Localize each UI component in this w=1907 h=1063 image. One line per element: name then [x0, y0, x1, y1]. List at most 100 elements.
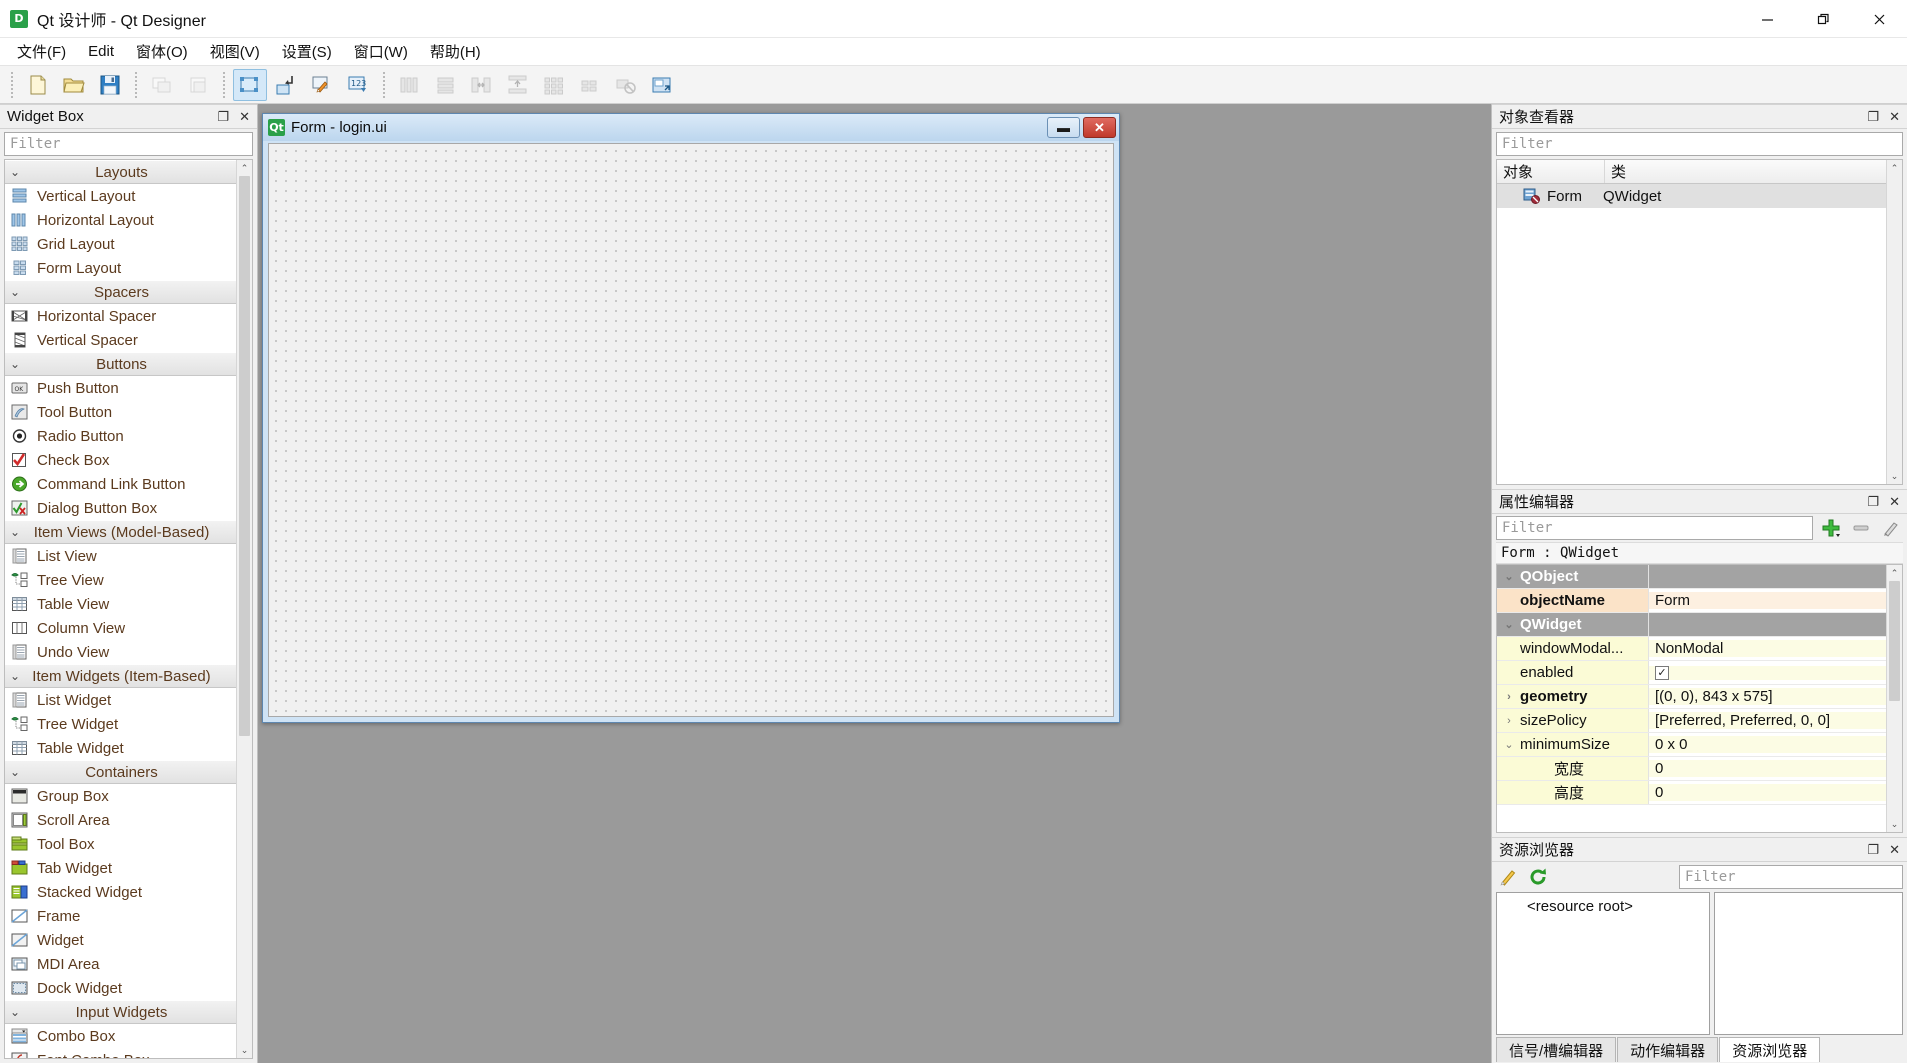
enabled-checkbox[interactable]: ✓ [1655, 665, 1669, 680]
widget-box-item[interactable]: Tree Widget [5, 712, 236, 736]
close-icon[interactable]: ✕ [1889, 495, 1900, 508]
minimize-button[interactable] [1739, 0, 1795, 38]
property-value-cell[interactable]: 0 [1649, 760, 1886, 777]
layout-vertically-icon[interactable] [429, 69, 463, 101]
property-row[interactable]: › geometry [(0, 0), 843 x 575] [1497, 685, 1886, 709]
resource-tree[interactable]: <resource root> [1496, 892, 1710, 1035]
open-form-icon[interactable] [57, 69, 91, 101]
property-row[interactable]: windowModal... NonModal [1497, 637, 1886, 661]
menu-view[interactable]: 视图(V) [199, 38, 271, 65]
chevron-down-icon[interactable]: ⌄ [1503, 618, 1515, 631]
remove-dynamic-property-icon[interactable] [1849, 516, 1873, 540]
float-icon[interactable]: ❐ [1867, 495, 1879, 508]
property-editor-table[interactable]: 属性 值 ⌄QObjectobjectNameForm⌄QWidgetwindo… [1496, 564, 1903, 833]
scroll-thumb[interactable] [1889, 581, 1900, 701]
property-group-row[interactable]: ⌄ QObject [1497, 565, 1886, 589]
property-editor-filter-input[interactable]: Filter [1496, 516, 1813, 540]
scroll-down-icon[interactable]: ⌄ [1887, 816, 1902, 832]
menu-window[interactable]: 窗口(W) [343, 38, 419, 65]
layout-horizontally-icon[interactable] [393, 69, 427, 101]
widget-box-item[interactable]: Radio Button [5, 424, 236, 448]
object-inspector-filter-input[interactable]: Filter [1496, 132, 1903, 156]
edit-widgets-icon[interactable] [233, 68, 267, 101]
new-form-icon[interactable] [21, 69, 55, 101]
property-row[interactable]: 高度 0 [1497, 781, 1886, 805]
widget-box-item[interactable]: List Widget [5, 688, 236, 712]
widget-box-item[interactable]: Form Layout [5, 256, 236, 280]
widget-box-item[interactable]: Group Box [5, 784, 236, 808]
property-value-cell[interactable]: NonModal [1649, 640, 1886, 657]
widget-box-item[interactable]: Check Box [5, 448, 236, 472]
widget-box-item[interactable]: Frame [5, 904, 236, 928]
float-icon[interactable]: ❐ [1867, 110, 1879, 123]
layout-splitter-vertical-icon[interactable] [501, 69, 535, 101]
tab-signal-slot-editor[interactable]: 信号/槽编辑器 [1496, 1037, 1617, 1062]
property-value-cell[interactable]: [Preferred, Preferred, 0, 0] [1649, 712, 1886, 729]
widget-box-item[interactable]: Tree View [5, 568, 236, 592]
column-object[interactable]: 对象 [1497, 160, 1605, 183]
chevron-right-icon[interactable]: › [1503, 715, 1515, 727]
widget-box-item[interactable]: Table Widget [5, 736, 236, 760]
widget-group-header[interactable]: ⌄ Item Views (Model-Based) [5, 520, 236, 544]
widget-box-item[interactable]: MDI Area [5, 952, 236, 976]
menu-form[interactable]: 窗体(O) [125, 38, 199, 65]
layout-form-icon[interactable] [573, 69, 607, 101]
scroll-down-icon[interactable]: ⌄ [1887, 468, 1902, 484]
widget-box-item[interactable]: Table View [5, 592, 236, 616]
close-icon[interactable]: ✕ [1889, 110, 1900, 123]
form-canvas[interactable] [268, 143, 1114, 717]
object-inspector-scrollbar[interactable]: ⌃ ⌄ [1886, 160, 1902, 484]
widget-box-item[interactable]: Vertical Layout [5, 184, 236, 208]
reload-icon[interactable] [1526, 865, 1550, 889]
chevron-down-icon[interactable]: ⌄ [1503, 570, 1515, 583]
maximize-button[interactable] [1795, 0, 1851, 38]
object-inspector-tree[interactable]: 对象 类 Form QWidget ⌃ ⌄ [1496, 159, 1903, 485]
property-row[interactable]: › sizePolicy [Preferred, Preferred, 0, 0] [1497, 709, 1886, 733]
property-value-cell[interactable]: ✓ [1649, 665, 1886, 680]
property-group-row[interactable]: ⌄ QWidget [1497, 613, 1886, 637]
widget-box-item[interactable]: Tab Widget [5, 856, 236, 880]
edit-tab-order-icon[interactable]: 123 [341, 69, 375, 101]
widget-group-header[interactable]: ⌄ Spacers [5, 280, 236, 304]
widget-box-item[interactable]: Scroll Area [5, 808, 236, 832]
property-editor-scrollbar[interactable]: ⌃ ⌄ [1886, 565, 1902, 832]
widget-group-header[interactable]: ⌄ Input Widgets [5, 1000, 236, 1024]
float-icon[interactable]: ❐ [217, 110, 229, 123]
add-dynamic-property-icon[interactable] [1819, 516, 1843, 540]
scroll-up-icon[interactable]: ⌃ [237, 160, 252, 176]
widget-group-header[interactable]: ⌄ Buttons [5, 352, 236, 376]
property-row[interactable]: enabled ✓ [1497, 661, 1886, 685]
adjust-size-icon[interactable] [645, 69, 679, 101]
chevron-right-icon[interactable]: › [1503, 691, 1515, 703]
widget-box-item[interactable]: Grid Layout [5, 232, 236, 256]
widget-box-item[interactable]: Undo View [5, 640, 236, 664]
widget-box-item[interactable]: Vertical Spacer [5, 328, 236, 352]
form-close-button[interactable]: ✕ [1083, 117, 1116, 138]
redo-icon[interactable] [181, 69, 215, 101]
undo-icon[interactable] [145, 69, 179, 101]
widget-box-scrollbar[interactable]: ⌃ ⌄ [236, 160, 252, 1058]
edit-signals-slots-icon[interactable] [269, 69, 303, 101]
form-window[interactable]: Qt Form - login.ui ▬ ✕ [262, 113, 1120, 723]
property-row[interactable]: ⌄ minimumSize 0 x 0 [1497, 733, 1886, 757]
menu-settings[interactable]: 设置(S) [271, 38, 343, 65]
column-class[interactable]: 类 [1605, 160, 1902, 183]
widget-box-item[interactable]: Tool Button [5, 400, 236, 424]
chevron-down-icon[interactable]: ⌄ [1503, 738, 1515, 751]
widget-group-header[interactable]: ⌄ Layouts [5, 160, 236, 184]
menu-help[interactable]: 帮助(H) [419, 38, 492, 65]
property-row[interactable]: objectName Form [1497, 589, 1886, 613]
scroll-down-icon[interactable]: ⌄ [237, 1042, 252, 1058]
widget-box-item[interactable]: Horizontal Layout [5, 208, 236, 232]
scroll-track[interactable] [1887, 581, 1902, 816]
layout-splitter-horizontal-icon[interactable] [465, 69, 499, 101]
edit-buddies-icon[interactable] [305, 69, 339, 101]
widget-group-header[interactable]: ⌄ Containers [5, 760, 236, 784]
widget-box-item[interactable]: Command Link Button [5, 472, 236, 496]
menu-file[interactable]: 文件(F) [6, 38, 77, 65]
break-layout-icon[interactable] [609, 69, 643, 101]
form-workspace[interactable]: Qt Form - login.ui ▬ ✕ [258, 104, 1491, 1063]
close-icon[interactable]: ✕ [239, 110, 250, 123]
tab-resource-browser[interactable]: 资源浏览器 [1719, 1037, 1821, 1062]
widget-box-item[interactable]: Dialog Button Box [5, 496, 236, 520]
